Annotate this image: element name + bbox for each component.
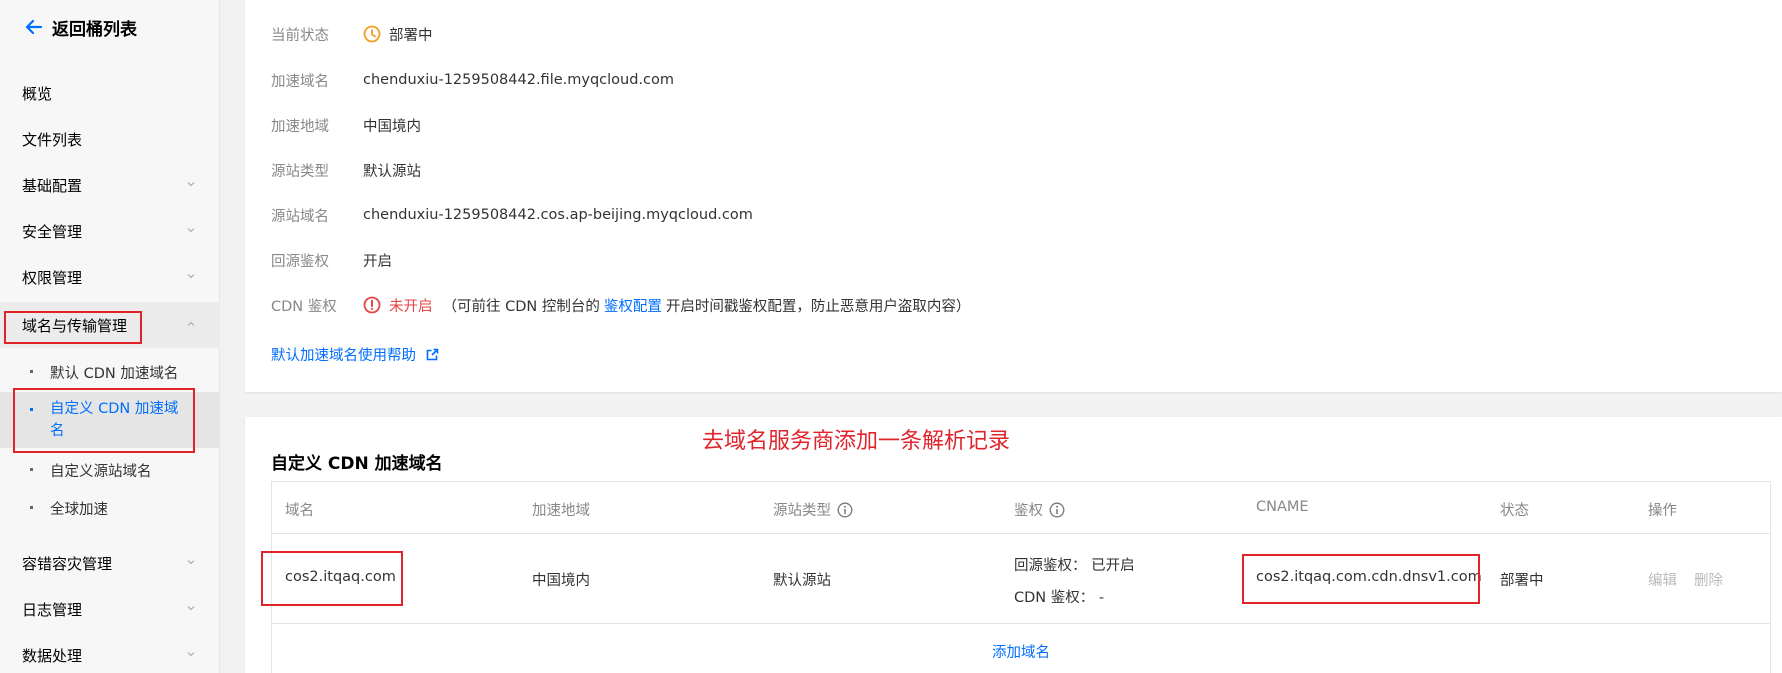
chevron-down-icon: [187, 560, 195, 565]
delete-button[interactable]: 删除: [1694, 569, 1723, 590]
cdn-auth-status: 未开启: [389, 298, 433, 315]
field-value: chenduxiu-1259508442.cos.ap-beijing.myqc…: [363, 207, 753, 223]
edit-button[interactable]: 编辑: [1648, 569, 1677, 590]
region-cell: 中国境内: [532, 573, 590, 589]
column-header-label: 源站类型: [773, 503, 831, 519]
field-origin-auth: 回源鉴权 开启: [271, 249, 392, 271]
sidebar-item-data-processing[interactable]: 数据处理: [0, 632, 220, 673]
sidebar-item-label: 基础配置: [22, 176, 83, 195]
field-label: CDN 鉴权: [271, 298, 337, 315]
sidebar: 返回桶列表 概览 文件列表 基础配置 安全管理 权限管理 域名与传输管理 默认 …: [0, 0, 220, 673]
origin-type-cell: 默认源站: [773, 573, 831, 589]
info-icon[interactable]: [837, 502, 853, 518]
field-value: 默认源站: [363, 163, 421, 180]
field-label: 加速地域: [271, 118, 329, 135]
sidebar-item-label: 安全管理: [22, 222, 83, 241]
sidebar-item-fault-tolerance[interactable]: 容错容灾管理: [0, 540, 220, 586]
sidebar-item-label: 概览: [22, 84, 53, 103]
highlight-box: [261, 551, 403, 606]
column-header: 源站类型: [773, 499, 853, 520]
field-origin-domain: 源站域名 chenduxiu-1259508442.cos.ap-beijing.…: [271, 204, 753, 226]
annotation-text: 去域名服务商添加一条解析记录: [702, 429, 1011, 454]
sidebar-item-file-list[interactable]: 文件列表: [0, 116, 220, 162]
back-label: 返回桶列表: [52, 19, 137, 40]
cdn-auth-note: （可前往 CDN 控制台的: [442, 298, 600, 315]
sidebar-item-security[interactable]: 安全管理: [0, 208, 220, 254]
column-header: 域名: [285, 503, 314, 519]
field-label: 回源鉴权: [271, 253, 329, 270]
column-header: 鉴权: [1014, 499, 1065, 520]
field-value: 中国境内: [363, 118, 421, 135]
subitem-default-cdn[interactable]: 默认 CDN 加速域名: [0, 358, 220, 390]
sidebar-item-log-management[interactable]: 日志管理: [0, 586, 220, 632]
subitem-label: 默认 CDN 加速域名: [50, 366, 179, 382]
subitem-global-acceleration[interactable]: 全球加速: [0, 494, 220, 526]
field-origin-type: 源站类型 默认源站: [271, 159, 421, 181]
highlight-box: [13, 388, 195, 453]
highlight-box: [4, 311, 142, 344]
highlight-box: [1242, 554, 1480, 604]
bullet: [30, 468, 33, 471]
bullet: [30, 506, 33, 509]
field-label: 当前状态: [271, 27, 329, 44]
column-header: 加速地域: [532, 503, 590, 519]
field-value: 开启: [363, 253, 392, 270]
subitem-label: 全球加速: [50, 502, 108, 518]
custom-cdn-table: 域名 加速地域 源站类型 鉴权 CNAME 状态 操作 cos2.itqaq.c…: [261, 481, 1771, 673]
auth-origin-cell: 回源鉴权： 已开启: [1014, 558, 1135, 574]
info-icon[interactable]: [1049, 502, 1065, 518]
custom-cdn-panel: 自定义 CDN 加速域名 去域名服务商添加一条解析记录 域名 加速地域 源站类型…: [245, 417, 1782, 673]
help-link-label: 默认加速域名使用帮助: [271, 348, 416, 364]
auth-config-link[interactable]: 鉴权配置: [604, 295, 662, 316]
field-domain: 加速域名 chenduxiu-1259508442.file.myqcloud.c…: [271, 69, 674, 91]
field-value: 部署中: [363, 24, 433, 45]
subitem-custom-origin[interactable]: 自定义源站域名: [0, 456, 220, 488]
default-domain-help-link[interactable]: 默认加速域名使用帮助: [271, 344, 439, 365]
clock-warning-icon: [363, 25, 381, 43]
sidebar-item-overview[interactable]: 概览: [0, 70, 220, 116]
back-to-bucket-list[interactable]: 返回桶列表: [24, 14, 137, 40]
external-link-icon: [426, 348, 439, 361]
error-icon: [363, 296, 381, 314]
sidebar-item-label: 日志管理: [22, 600, 83, 619]
sidebar-item-label: 文件列表: [22, 130, 83, 149]
bullet: [30, 370, 33, 373]
field-label: 源站类型: [271, 163, 329, 180]
sidebar-item-label: 数据处理: [22, 646, 83, 665]
arrow-left-icon: [25, 19, 43, 35]
column-header: CNAME: [1256, 499, 1309, 515]
status-text: 部署中: [389, 27, 433, 44]
cdn-auth-note: 开启时间戳鉴权配置，防止恶意用户盗取内容）: [665, 298, 971, 315]
chevron-down-icon: [187, 228, 195, 233]
default-cdn-panel: 当前状态 部署中 加速域名 chenduxiu-1259508442.file.m…: [245, 0, 1782, 392]
sidebar-item-permissions[interactable]: 权限管理: [0, 254, 220, 300]
field-region: 加速地域 中国境内: [271, 114, 421, 136]
sidebar-item-label: 容错容灾管理: [22, 554, 113, 573]
sidebar-item-label: 权限管理: [22, 268, 83, 287]
column-header: 操作: [1648, 503, 1677, 519]
field-label: 源站域名: [271, 208, 329, 225]
status-cell: 部署中: [1500, 573, 1544, 589]
section-title: 自定义 CDN 加速域名: [271, 454, 443, 474]
table-row: cos2.itqaq.com 中国境内 默认源站 回源鉴权： 已开启 CDN 鉴…: [272, 534, 1770, 624]
field-value: 未开启 （可前往 CDN 控制台的 鉴权配置 开启时间戳鉴权配置，防止恶意用户盗…: [363, 295, 970, 316]
sidebar-item-basic-config[interactable]: 基础配置: [0, 162, 220, 208]
add-domain-button[interactable]: 添加域名: [272, 641, 1770, 662]
subitem-label: 自定义源站域名: [50, 464, 152, 480]
chevron-down-icon: [187, 606, 195, 611]
chevron-down-icon: [187, 274, 195, 279]
field-status: 当前状态 部署中: [271, 23, 433, 45]
field-cdn-auth: CDN 鉴权 未开启 （可前往 CDN 控制台的 鉴权配置 开启时间戳鉴权配置，…: [271, 294, 970, 316]
auth-cdn-cell: CDN 鉴权： -: [1014, 590, 1105, 606]
field-label: 加速域名: [271, 73, 329, 90]
field-value: chenduxiu-1259508442.file.myqcloud.com: [363, 72, 675, 88]
chevron-down-icon: [187, 652, 195, 657]
column-header: 状态: [1500, 503, 1529, 519]
chevron-up-icon: [187, 321, 195, 326]
table-header: 域名 加速地域 源站类型 鉴权 CNAME 状态 操作: [272, 482, 1770, 534]
chevron-down-icon: [187, 182, 195, 187]
column-header-label: 鉴权: [1014, 503, 1043, 519]
